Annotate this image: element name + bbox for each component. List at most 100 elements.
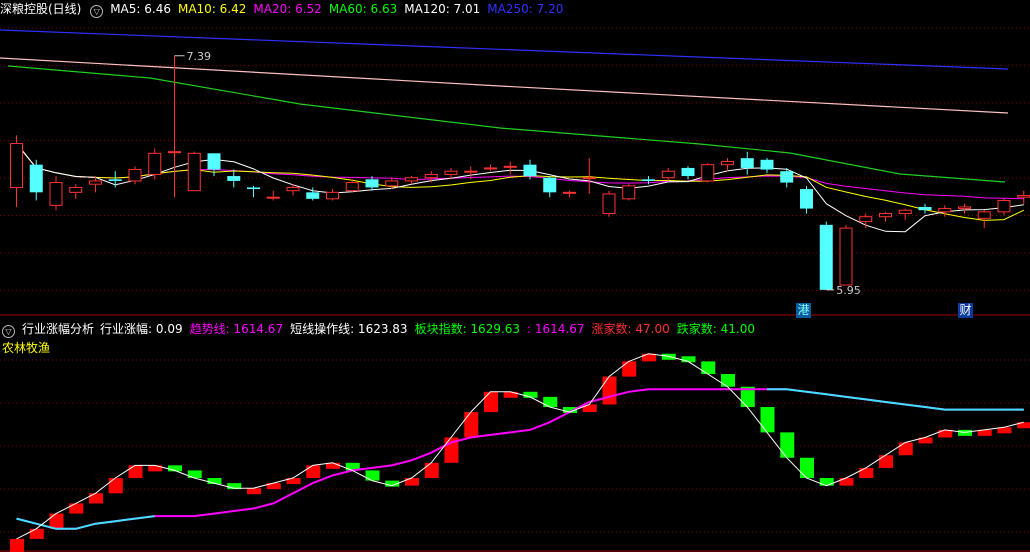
candle: [642, 179, 655, 181]
candle: [405, 177, 418, 182]
candle: [582, 177, 596, 180]
candle: [266, 196, 280, 199]
candle: [681, 167, 695, 177]
sector-bar: [602, 376, 617, 405]
candle: [69, 186, 83, 193]
candle: [424, 173, 438, 179]
candle: [464, 170, 478, 173]
candle: [800, 189, 813, 209]
sector-bar: [10, 538, 24, 552]
ma-value-2: MA20: 6.52: [253, 2, 322, 16]
candle: [148, 152, 162, 175]
trend-line-cyan: [16, 515, 155, 530]
ma-value-1: MA10: 6.42: [177, 2, 247, 16]
candle: [859, 216, 873, 223]
candle: [247, 187, 260, 190]
sector-bar: [819, 478, 834, 486]
candle: [977, 211, 991, 219]
sector-bar: [898, 442, 913, 456]
sector-bar: [128, 465, 143, 479]
sector-bar: [760, 407, 775, 433]
sector-bar: [89, 493, 103, 504]
sector-bar: [108, 478, 123, 494]
low-price-label: 5.95: [836, 284, 861, 297]
candle: [128, 169, 142, 182]
candle: [819, 224, 833, 290]
price-chart-legend: 深粮控股(日线) ▽ MA5: 6.46 MA10: 6.42 MA20: 6.52 M…: [0, 1, 570, 18]
candle: [898, 209, 912, 214]
candle: [306, 192, 320, 199]
candle: [168, 151, 181, 154]
sector-bar: [859, 467, 874, 479]
candle: [918, 206, 932, 211]
ma10-line: [16, 143, 1025, 221]
candle: [29, 164, 43, 193]
candle: [1017, 195, 1030, 198]
price-chart-title: 深粮控股(日线): [0, 2, 82, 16]
sector-bar: [464, 412, 479, 438]
ma5-line: [16, 143, 1024, 233]
ma-value-3: MA60: 6.63: [328, 2, 398, 16]
candle: [227, 176, 241, 181]
ma-value-4: MA120: 7.01: [404, 2, 481, 16]
sector-bar: [49, 513, 64, 529]
candle: [879, 212, 892, 218]
sector-bar: [780, 432, 795, 458]
ma250-line: [0, 29, 1009, 70]
candle: [49, 182, 63, 206]
candle: [286, 186, 300, 192]
candle: [701, 164, 715, 182]
sector-bar: [958, 429, 972, 436]
candle: [563, 191, 576, 194]
candle: [602, 193, 616, 214]
sector-bar: [701, 361, 716, 375]
ma-value-5: MA250: 7.20: [487, 2, 564, 16]
candle: [89, 180, 102, 185]
sector-bar: [484, 391, 498, 413]
candle: [108, 179, 122, 181]
trend-line-cyan: [767, 388, 1024, 411]
sector-bar: [365, 470, 380, 481]
sector-bar: [247, 488, 261, 495]
ma120-line: [0, 57, 1009, 114]
sector-bar: [800, 457, 814, 479]
ma-values: MA5: 6.46 MA10: 6.42 MA20: 6.52 MA60: 6.63 M…: [110, 2, 570, 16]
sector-bar: [622, 361, 637, 377]
candle: [997, 199, 1011, 213]
sector-bar: [721, 374, 735, 387]
candle: [760, 159, 774, 170]
hk-connect-tag[interactable]: 港: [796, 303, 811, 318]
candle: [721, 160, 734, 166]
candle: [385, 180, 399, 187]
sector-bar: [187, 470, 202, 479]
financial-report-tag[interactable]: 财: [958, 303, 973, 318]
candle: [484, 167, 497, 170]
sector-bar: [543, 396, 558, 408]
trend-line: [16, 388, 1024, 530]
candle: [365, 179, 379, 188]
candle: [543, 177, 557, 193]
candle: [622, 185, 636, 200]
candle: [839, 227, 853, 286]
candle: [958, 206, 971, 210]
candle: [661, 170, 675, 179]
sector-bar: [306, 465, 321, 479]
candle: [503, 165, 517, 168]
sector-indicator-chart[interactable]: [0, 318, 1030, 552]
ma-value-0: MA5: 6.46: [110, 2, 171, 16]
sector-bar: [29, 528, 44, 539]
candle: [345, 182, 359, 192]
sector-bar: [582, 404, 597, 413]
candle: [444, 170, 458, 175]
ma20-line: [16, 143, 1024, 200]
candle: [187, 152, 201, 192]
high-price-label: 7.39: [187, 50, 212, 63]
candle: [523, 164, 537, 177]
price-chart[interactable]: 7.39 5.95: [0, 16, 1030, 316]
candle: [740, 158, 754, 168]
candle: [938, 208, 952, 213]
sector-bar: [879, 455, 893, 468]
candle: [10, 143, 23, 188]
candle: [780, 171, 794, 183]
sector-bar: [69, 503, 84, 514]
